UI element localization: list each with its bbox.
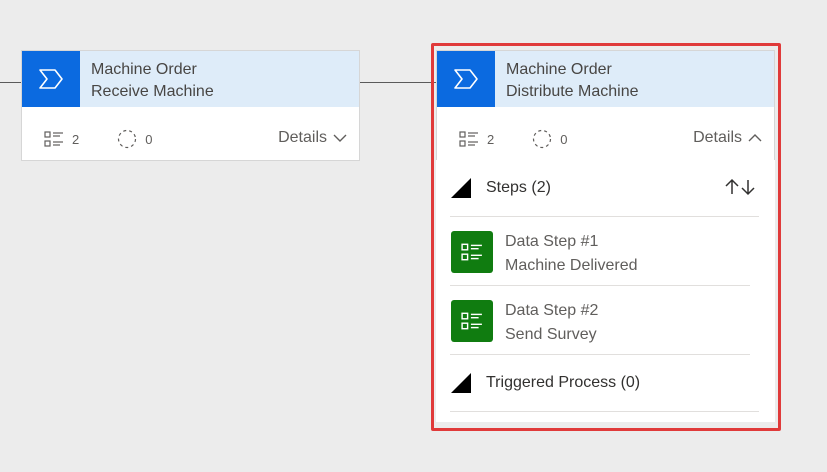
stage-subtitle: Receive Machine [91,83,214,100]
selection-highlight [431,43,781,431]
details-toggle[interactable]: Details [278,129,347,147]
steps-count: 2 [44,131,79,147]
chevron-down-icon [333,134,347,142]
stage-name: Machine Order [91,61,197,78]
triggers-count: 0 [117,129,152,149]
steps-list-icon [44,131,63,147]
dashed-circle-icon [118,129,137,149]
stage-header[interactable]: Machine Order Receive Machine [22,51,359,107]
connector-middle [359,82,437,83]
stage-card-receive-machine[interactable]: Machine Order Receive Machine 2 0 Detail… [21,50,360,161]
stage-chevron-icon [22,51,80,107]
connector-left [0,82,22,83]
